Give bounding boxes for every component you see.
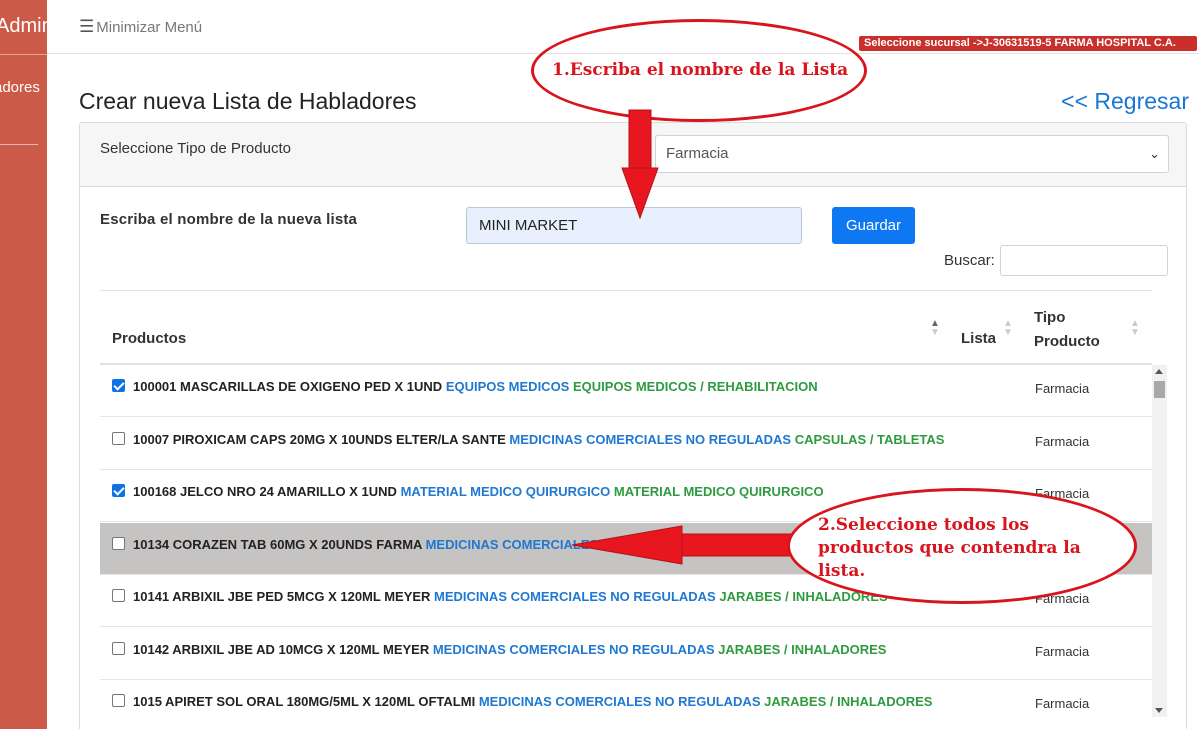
product-subcategory: JARABES / INHALADORES [719, 589, 888, 604]
minimize-menu-toggle[interactable]: ☰ Minimizar Menú [79, 17, 202, 37]
column-header-tipo-producto[interactable]: Tipo Producto [1034, 306, 1100, 354]
product-description: 10134 CORAZEN TAB 60MG X 20UNDS FARMA ME… [133, 537, 861, 552]
sort-icon[interactable]: ▲ ▼ [1003, 319, 1013, 338]
product-name: 10142 ARBIXIL JBE AD 10MCG X 120ML MEYER [133, 641, 430, 657]
page-root: Admin adores ☰ Minimizar Menú Seleccione… [0, 0, 1198, 729]
list-name-input[interactable]: MINI MARKET [466, 207, 802, 244]
sidebar-item-habladores[interactable]: adores [0, 79, 40, 96]
list-form-card: Seleccione Tipo de Producto Farmacia ⌄ E… [79, 122, 1187, 729]
divider [100, 290, 1152, 291]
branch-selector-badge[interactable]: Seleccione sucursal ->J-30631519-5 FARMA… [859, 36, 1197, 51]
save-button[interactable]: Guardar [832, 207, 915, 244]
product-name: 10141 ARBIXIL JBE PED 5MCG X 120ML MEYER [133, 589, 431, 604]
table-row[interactable]: 10141 ARBIXIL JBE PED 5MCG X 120ML MEYER… [100, 575, 1152, 627]
column-header-products[interactable]: Productos [112, 330, 186, 347]
product-type-cell: Farmacia [1035, 486, 1090, 501]
product-category: MEDICINAS COMERCIALES NO REGULADAS [509, 431, 792, 447]
scrollbar-thumb[interactable] [1154, 381, 1165, 398]
page-title: Crear nueva Lista de Habladores [79, 88, 417, 114]
product-name: 100001 MASCARILLAS DE OXIGENO PED X 1UND [133, 379, 443, 394]
row-checkbox[interactable] [112, 431, 125, 445]
product-type-cell: Farmacia [1035, 381, 1090, 396]
search-input[interactable] [1000, 245, 1168, 276]
product-type-value: Farmacia [666, 145, 729, 162]
table-row[interactable]: 100168 JELCO NRO 24 AMARILLO X 1UND MATE… [100, 470, 1152, 522]
table-scrollbar[interactable] [1152, 365, 1167, 717]
product-name: 10134 CORAZEN TAB 60MG X 20UNDS FARMA [133, 536, 422, 552]
table-row[interactable]: 10134 CORAZEN TAB 60MG X 20UNDS FARMA ME… [100, 522, 1152, 575]
minimize-menu-label: Minimizar Menú [96, 18, 203, 36]
table-row[interactable]: 10142 ARBIXIL JBE AD 10MCG X 120ML MEYER… [100, 627, 1152, 680]
row-checkbox[interactable] [112, 484, 125, 497]
product-type-cell: Farmacia [1035, 538, 1090, 554]
chevron-down-icon: ⌄ [1149, 146, 1160, 161]
product-description: 10007 PIROXICAM CAPS 20MG X 10UNDS ELTER… [133, 432, 944, 447]
product-name: 100168 JELCO NRO 24 AMARILLO X 1UND [133, 484, 397, 499]
product-subcategory: CAPSULAS / TABLETAS [710, 536, 861, 552]
sidebar-brand[interactable]: Admin [0, 15, 47, 38]
products-table-body: 100001 MASCARILLAS DE OXIGENO PED X 1UND… [100, 365, 1152, 729]
product-description: 100001 MASCARILLAS DE OXIGENO PED X 1UND… [133, 379, 818, 394]
product-name: 1015 APIRET SOL ORAL 180MG/5ML X 120ML O… [133, 694, 476, 709]
list-name-label: Escriba el nombre de la nueva lista [100, 211, 358, 228]
product-name: 10007 PIROXICAM CAPS 20MG X 10UNDS ELTER… [133, 431, 506, 447]
sidebar: Admin adores [0, 0, 47, 729]
table-row[interactable]: 100001 MASCARILLAS DE OXIGENO PED X 1UND… [100, 365, 1152, 417]
product-description: 10142 ARBIXIL JBE AD 10MCG X 120ML MEYER… [133, 642, 886, 657]
scroll-up-icon[interactable] [1155, 369, 1163, 374]
product-subcategory: EQUIPOS MEDICOS / REHABILITACION [572, 379, 818, 394]
scroll-down-icon[interactable] [1155, 708, 1163, 713]
product-type-cell: Farmacia [1035, 643, 1090, 659]
row-checkbox[interactable] [112, 589, 125, 602]
product-description: 10141 ARBIXIL JBE PED 5MCG X 120ML MEYER… [133, 589, 888, 604]
product-type-label: Seleccione Tipo de Producto [100, 140, 291, 157]
row-checkbox[interactable] [112, 641, 125, 655]
product-category: MEDICINAS COMERCIALES NO REGULADAS [434, 589, 716, 604]
product-subcategory: MATERIAL MEDICO QUIRURGICO [613, 484, 824, 499]
product-type-select[interactable]: Farmacia ⌄ [655, 135, 1169, 173]
product-category: MATERIAL MEDICO QUIRURGICO [400, 484, 611, 499]
product-subcategory: CAPSULAS / TABLETAS [794, 431, 945, 447]
product-type-cell: Farmacia [1035, 591, 1090, 606]
product-subcategory: JARABES / INHALADORES [718, 641, 887, 657]
sort-icon[interactable]: ▲ ▼ [930, 319, 940, 338]
table-row[interactable]: 10007 PIROXICAM CAPS 20MG X 10UNDS ELTER… [100, 417, 1152, 470]
product-description: 1015 APIRET SOL ORAL 180MG/5ML X 120ML O… [133, 694, 932, 709]
row-checkbox[interactable] [112, 379, 125, 392]
card-header: Seleccione Tipo de Producto Farmacia ⌄ [80, 123, 1186, 187]
table-row[interactable]: 1015 APIRET SOL ORAL 180MG/5ML X 120ML O… [100, 680, 1152, 729]
product-category: MEDICINAS COMERCIALES NO REGULADAS [425, 536, 708, 552]
row-checkbox[interactable] [112, 694, 125, 707]
row-checkbox[interactable] [112, 536, 125, 550]
sort-icon[interactable]: ▲ ▼ [1130, 319, 1140, 338]
sidebar-divider [0, 54, 47, 55]
column-header-lista[interactable]: Lista [961, 330, 996, 347]
product-category: EQUIPOS MEDICOS [445, 379, 570, 394]
product-type-cell: Farmacia [1035, 696, 1090, 711]
product-subcategory: JARABES / INHALADORES [764, 694, 933, 709]
sidebar-divider [0, 144, 38, 145]
product-description: 100168 JELCO NRO 24 AMARILLO X 1UND MATE… [133, 484, 824, 499]
product-category: MEDICINAS COMERCIALES NO REGULADAS [432, 641, 715, 657]
search-label: Buscar: [944, 252, 995, 269]
back-link[interactable]: << Regresar [1061, 88, 1189, 115]
product-category: MEDICINAS COMERCIALES NO REGULADAS [478, 694, 761, 709]
product-type-cell: Farmacia [1035, 433, 1090, 449]
annotation-step-1-text: 1.Escriba el nombre de la Lista [552, 60, 849, 80]
hamburger-icon: ☰ [79, 17, 95, 36]
